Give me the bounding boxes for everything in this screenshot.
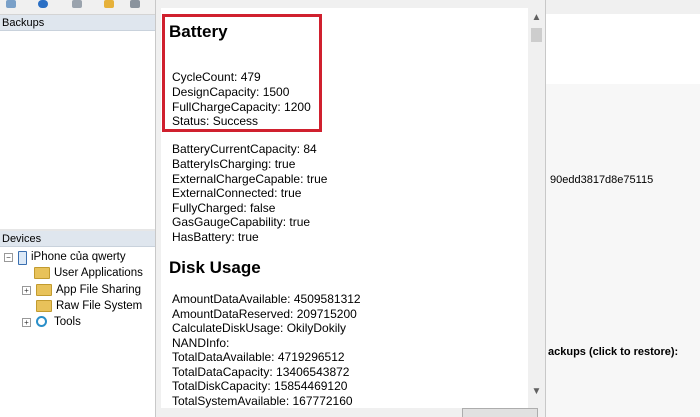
toolbar-icon[interactable]	[130, 0, 140, 8]
gear-icon	[36, 316, 47, 327]
vertical-scrollbar[interactable]: ▲ ▼	[528, 8, 545, 408]
info-line: HasBattery: true	[172, 230, 259, 244]
backups-restore-label: ackups (click to restore):	[548, 346, 679, 358]
tree-item-label: Raw File System	[56, 300, 143, 312]
info-line: FullChargeCapacity: 1200	[172, 100, 311, 114]
devices-panel-title: Devices	[2, 233, 42, 245]
collapse-icon[interactable]: −	[4, 253, 13, 262]
info-line: Status: Success	[172, 114, 259, 128]
info-line: DesignCapacity: 1500	[172, 85, 290, 99]
info-line: AmountDataReserved: 209715200	[172, 307, 357, 321]
info-line: NANDInfo:	[172, 336, 230, 350]
toolbar-icon[interactable]	[72, 0, 82, 8]
tree-item-user-applications[interactable]: User Applications	[34, 265, 143, 281]
folder-icon	[36, 299, 52, 312]
info-line: TotalSystemAvailable: 167772160	[172, 394, 353, 408]
info-line: ExternalChargeCapable: true	[172, 172, 328, 186]
scroll-down-icon[interactable]: ▼	[528, 384, 545, 400]
folder-icon	[34, 266, 50, 279]
info-line: ExternalConnected: true	[172, 186, 302, 200]
phone-icon	[18, 251, 27, 265]
expand-icon[interactable]: +	[22, 318, 31, 327]
battery-heading: Battery	[169, 22, 228, 41]
tree-item-label: User Applications	[54, 267, 143, 279]
info-line: GasGaugeCapability: true	[172, 215, 311, 229]
scroll-up-icon[interactable]: ▲	[528, 10, 545, 26]
tree-item-raw-file-system[interactable]: Raw File System	[36, 298, 142, 314]
folder-icon	[36, 283, 52, 296]
info-text-area: Battery CycleCount: 479 DesignCapacity: …	[161, 8, 528, 408]
info-line: BatteryIsCharging: true	[172, 157, 296, 171]
scroll-thumb[interactable]	[531, 28, 542, 42]
info-line: TotalDiskCapacity: 15854469120	[172, 379, 348, 393]
dialog-button[interactable]	[462, 408, 538, 417]
toolbar-icon[interactable]	[104, 0, 114, 8]
tree-item-label: Tools	[54, 316, 81, 328]
devices-panel-header: Devices	[0, 231, 155, 247]
info-line: CalculateDiskUsage: OkilyDokily	[172, 321, 347, 335]
expand-icon[interactable]: +	[22, 286, 31, 295]
info-line: AmountDataAvailable: 4509581312	[172, 292, 361, 306]
info-line: BatteryCurrentCapacity: 84	[172, 142, 317, 156]
info-line: TotalDataAvailable: 4719296512	[172, 350, 345, 364]
info-line: FullyCharged: false	[172, 201, 276, 215]
tree-item-label: App File Sharing	[56, 284, 142, 296]
toolbar-icon[interactable]	[6, 0, 16, 8]
details-header-area	[546, 14, 700, 84]
backups-panel	[0, 31, 155, 229]
disk-usage-heading: Disk Usage	[169, 258, 261, 277]
tree-device-label: iPhone của qwerty	[31, 251, 126, 263]
backups-panel-title: Backups	[2, 17, 45, 29]
backups-panel-header: Backups	[0, 15, 155, 31]
info-line: TotalDataCapacity: 13406543872	[172, 365, 350, 379]
device-id-text: 90edd3817d8e75115	[550, 174, 654, 186]
toolbar-icon[interactable]	[38, 0, 48, 8]
info-line: CycleCount: 479	[172, 70, 261, 84]
